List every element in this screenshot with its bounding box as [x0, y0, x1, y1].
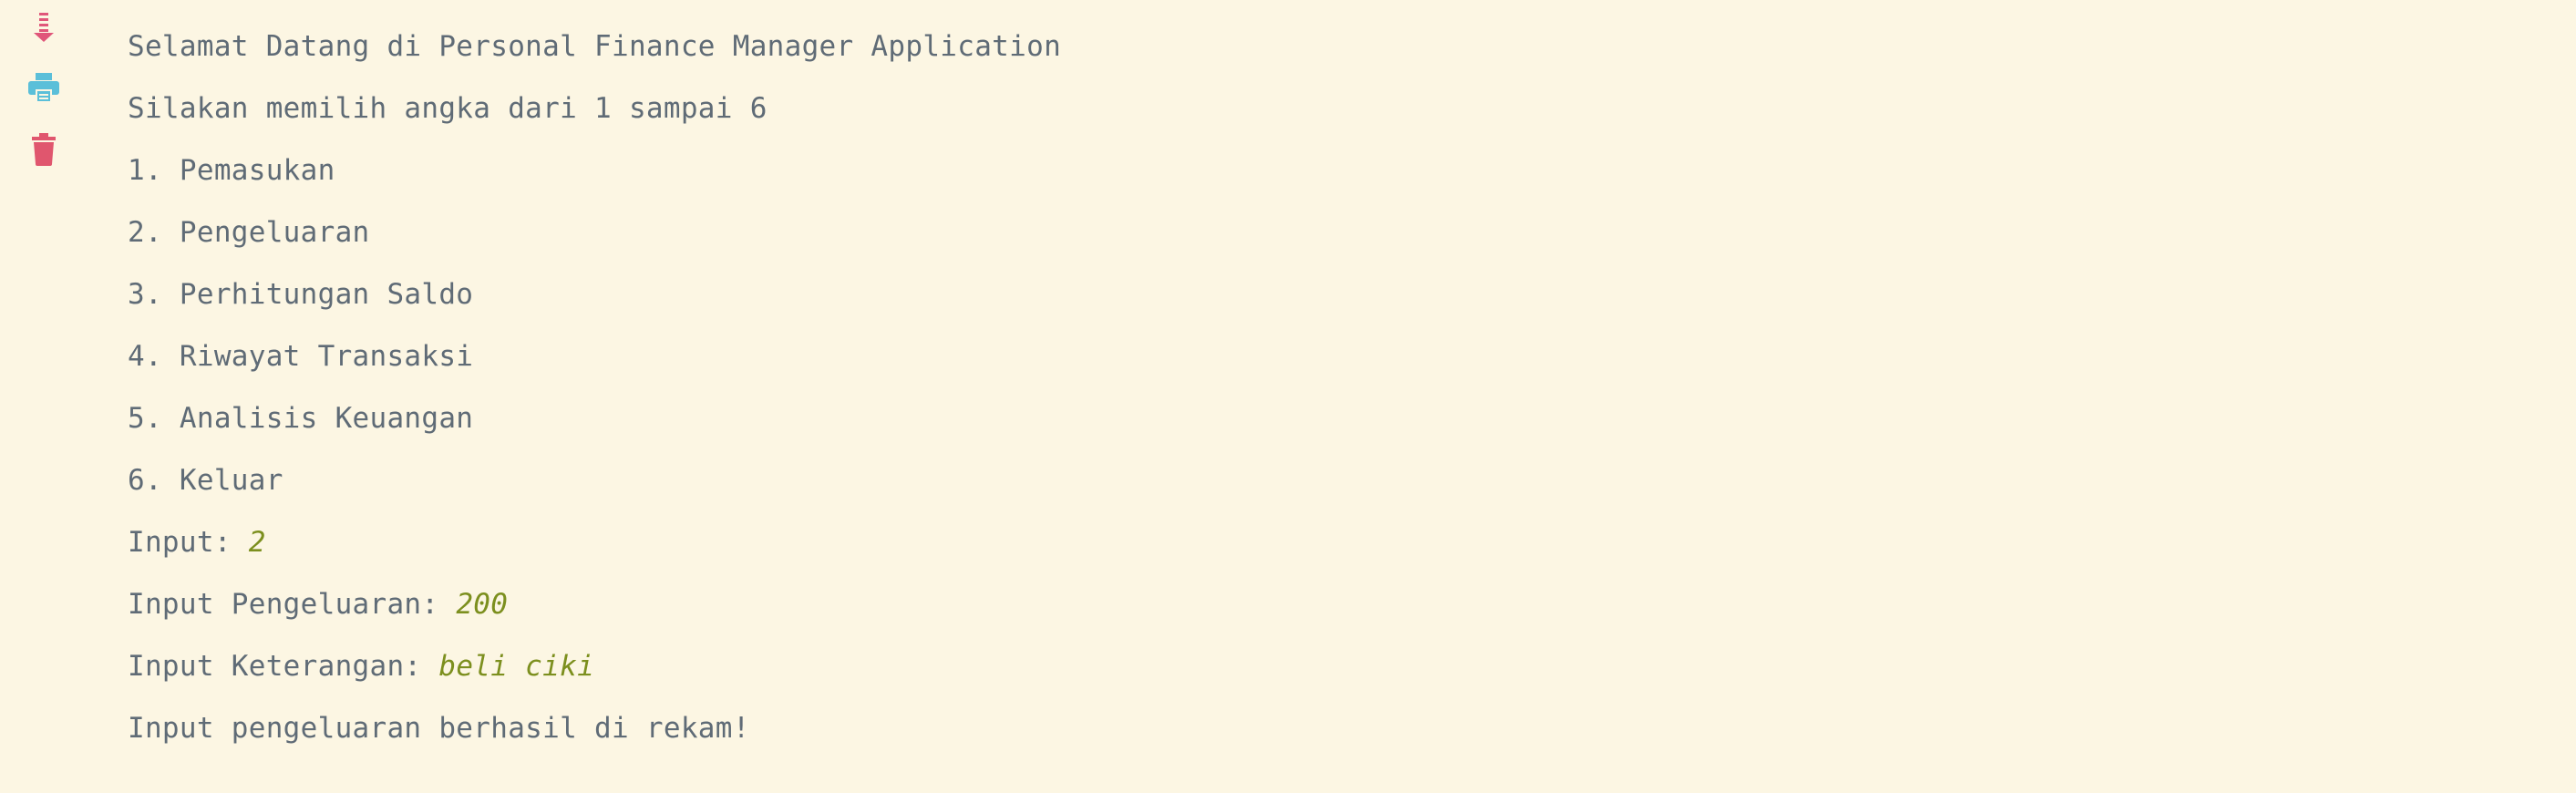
prompt-label: Input:	[128, 526, 249, 559]
user-input-value: 2	[248, 526, 266, 559]
console-line-welcome: Selamat Datang di Personal Finance Manag…	[128, 30, 1062, 63]
prompt-label: Input Pengeluaran:	[128, 588, 457, 621]
scroll-to-end-icon	[31, 7, 57, 44]
clear-console-button[interactable]	[26, 131, 62, 168]
prompt-label: Input Keterangan:	[128, 650, 439, 683]
console-line-instruction: Silakan memilih angka dari 1 sampai 6	[128, 92, 768, 125]
menu-option-pemasukan: 1. Pemasukan	[128, 154, 335, 187]
user-input-value: 200	[456, 588, 509, 621]
menu-option-riwayat-transaksi: 4. Riwayat Transaksi	[128, 340, 474, 373]
print-button[interactable]	[26, 69, 62, 106]
menu-option-pengeluaran: 2. Pengeluaran	[128, 216, 370, 249]
menu-option-analisis-keuangan: 5. Analisis Keuangan	[128, 402, 474, 435]
console-toolbar	[0, 0, 88, 793]
console-output: Selamat Datang di Personal Finance Manag…	[128, 26, 2498, 769]
scroll-to-end-button[interactable]	[26, 7, 62, 44]
console-line-success: Input pengeluaran berhasil di rekam!	[128, 712, 750, 745]
printer-icon	[27, 72, 60, 103]
menu-option-perhitungan-saldo: 3. Perhitungan Saldo	[128, 278, 474, 311]
menu-option-keluar: 6. Keluar	[128, 464, 283, 497]
user-input-value: beli ciki	[438, 650, 595, 683]
console-line-amount-input: Input Pengeluaran: 200	[128, 583, 2498, 645]
console-line-description-input: Input Keterangan: beli ciki	[128, 645, 2498, 707]
trash-icon	[31, 133, 57, 166]
console-line-menu-input: Input: 2	[128, 521, 2498, 583]
